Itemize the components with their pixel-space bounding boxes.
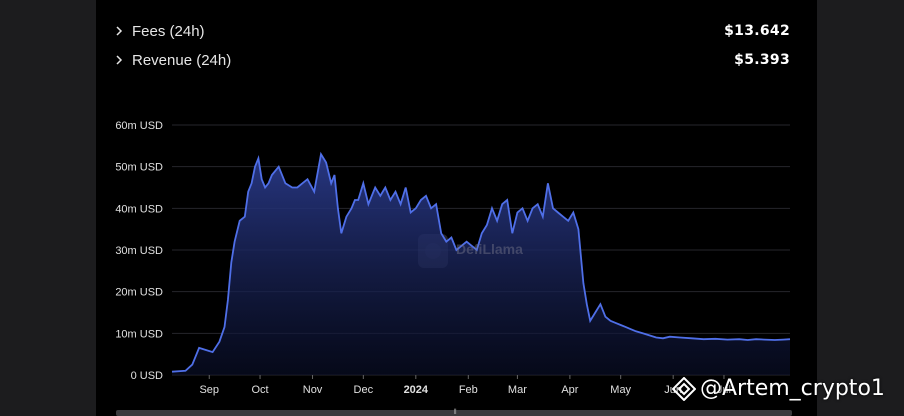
x-tick-label: Nov <box>303 384 323 396</box>
y-axis: 0 USD 10m USD 20m USD 30m USD 40m USD 50m USD… <box>115 120 163 382</box>
diamond-logo-icon <box>672 376 696 401</box>
x-tick-label: Oct <box>251 384 268 396</box>
y-tick-label: 50m USD <box>115 162 163 174</box>
x-tick-label: Mar <box>508 384 527 396</box>
y-tick-label: 40m USD <box>115 203 163 215</box>
chart-scrollbar[interactable]: ⦀ <box>116 409 792 416</box>
x-tick-label: 2024 <box>404 384 429 396</box>
x-tick-label: May <box>610 384 631 396</box>
credit-overlay: @Artem_crypto1 <box>672 376 885 401</box>
x-tick-label: Apr <box>561 384 578 396</box>
credit-handle: @Artem_crypto1 <box>700 376 885 401</box>
y-tick-label: 30m USD <box>115 245 163 257</box>
fees-area-chart: 0 USD 10m USD 20m USD 30m USD 40m USD 50m USD… <box>115 120 791 396</box>
y-tick-label: 10m USD <box>115 328 163 340</box>
x-tick-label: Feb <box>459 384 478 396</box>
x-tick-label: Sep <box>199 384 219 396</box>
scroll-grip-icon[interactable]: ⦀ <box>452 409 458 416</box>
x-tick-label: Dec <box>354 384 374 396</box>
y-tick-label: 60m USD <box>115 120 163 132</box>
x-axis: Sep Oct Nov Dec 2024 Feb Mar Apr May Jun Jul <box>199 375 731 396</box>
y-tick-label: 0 USD <box>131 370 163 382</box>
y-tick-label: 20m USD <box>115 287 163 299</box>
watermark: DefiLlama <box>456 241 523 257</box>
